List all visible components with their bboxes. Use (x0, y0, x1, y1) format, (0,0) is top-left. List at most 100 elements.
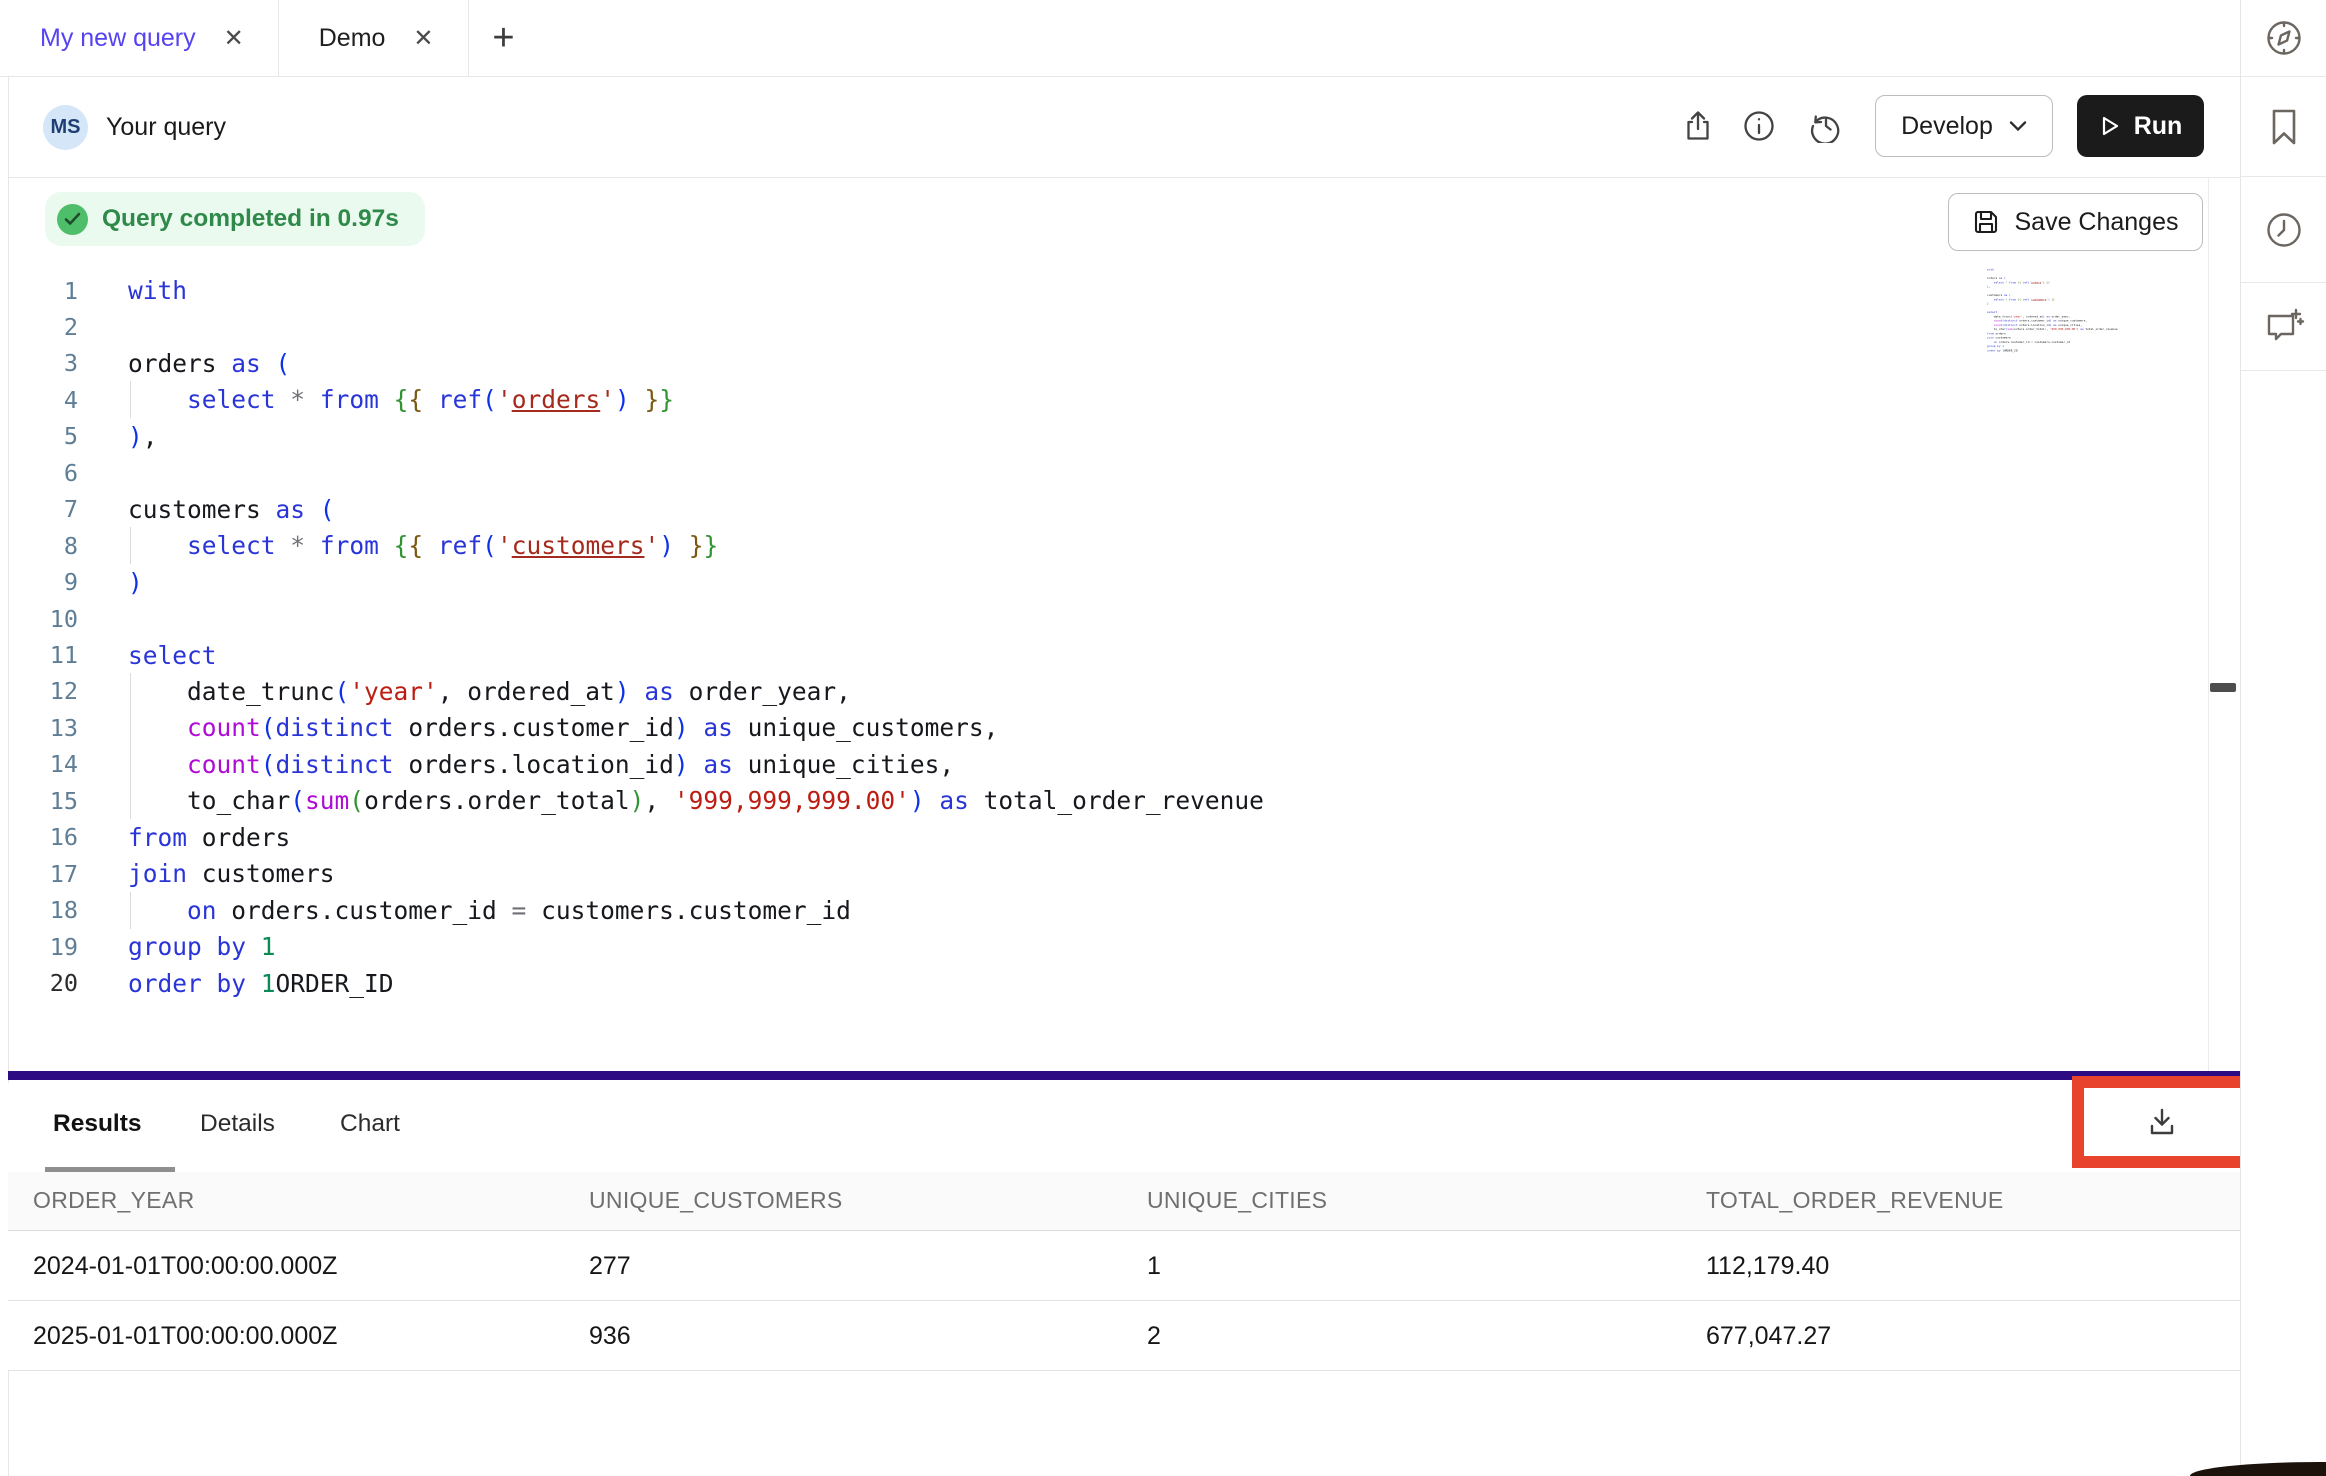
code-token: orders (2031, 281, 2041, 284)
code-line-13[interactable]: 13 count(distinct orders.customer_id) as… (0, 709, 998, 746)
tab-results[interactable]: Results (53, 1110, 142, 1138)
line-number: 19 (0, 933, 78, 961)
info-button[interactable] (1741, 108, 1777, 144)
develop-dropdown[interactable]: Develop (1875, 95, 2053, 157)
history-button[interactable] (1808, 108, 1844, 144)
code-token: as (703, 750, 733, 779)
editor-scrollbar-marker[interactable] (2210, 683, 2236, 692)
save-icon (1972, 208, 2000, 236)
line-number: 12 (0, 677, 78, 705)
line-number: 7 (0, 495, 78, 523)
code-line-6[interactable]: 6 (0, 454, 128, 491)
code-line-3[interactable]: 3orders as ( (0, 345, 290, 382)
code-token (1987, 340, 1994, 343)
code-line-9[interactable]: 9) (0, 564, 143, 601)
code-line-16[interactable]: 16from orders (0, 819, 290, 856)
code-token: { (408, 531, 423, 560)
code-line-5[interactable]: 5), (0, 418, 158, 455)
editor-tab-my-new-query[interactable]: My new query ✕ (0, 0, 279, 76)
bookmarks-button[interactable] (2241, 77, 2326, 177)
code-token: from (1987, 332, 1994, 335)
editor-minimap[interactable]: withorders as ( select * from {{ ref('or… (1987, 268, 2237, 1068)
code-token: ( (261, 713, 276, 742)
line-number: 11 (0, 641, 78, 669)
code-token: ( (276, 349, 291, 378)
run-button[interactable]: Run (2077, 95, 2204, 157)
table-cell: 677,047.27 (1706, 1322, 1831, 1351)
new-tab-button[interactable]: + (469, 0, 539, 76)
code-line-1[interactable]: 1with (0, 272, 187, 309)
code-token: ) (1987, 302, 1989, 305)
code-token: select (187, 385, 276, 414)
code-token: as (644, 677, 674, 706)
code-token: * (290, 531, 305, 560)
code-token (925, 786, 940, 815)
code-token: with (128, 276, 187, 305)
code-token: ' (644, 531, 659, 560)
code-token: as (276, 495, 306, 524)
history-panel-button[interactable] (2241, 177, 2326, 283)
code-line-4[interactable]: 4 select * from {{ ref('orders') }} (0, 381, 674, 418)
header-divider (8, 177, 2240, 178)
code-token (630, 677, 645, 706)
code-token: as (939, 786, 969, 815)
code-token: orders.location_id (394, 750, 674, 779)
code-token: select (128, 641, 217, 670)
code-line-15[interactable]: 15 to_char(sum(orders.order_total), '999… (0, 782, 1264, 819)
code-token: ref (438, 531, 482, 560)
code-token: join (1987, 336, 1994, 339)
results-table-header: ORDER_YEARUNIQUE_CUSTOMERSUNIQUE_CITIEST… (8, 1172, 2240, 1231)
line-number: 17 (0, 860, 78, 888)
save-changes-button[interactable]: Save Changes (1948, 193, 2203, 251)
code-token: ( (290, 786, 305, 815)
code-token: distinct (276, 713, 394, 742)
code-token: from (128, 823, 187, 852)
check-circle-icon (57, 204, 88, 235)
code-line-11[interactable]: 11 select (0, 637, 217, 674)
tab-chart[interactable]: Chart (340, 1110, 400, 1138)
tab-close-icon[interactable]: ✕ (224, 24, 244, 53)
line-number: 5 (0, 422, 78, 450)
code-token (246, 932, 261, 961)
tab-close-icon[interactable]: ✕ (413, 24, 433, 53)
code-line-10[interactable]: 10 (0, 600, 128, 637)
code-token: sum (305, 786, 349, 815)
table-row: 2025-01-01T00:00:00.000Z9362677,047.27 (8, 1301, 2240, 1371)
code-line-8[interactable]: 8 select * from {{ ref('customers') }} (0, 527, 718, 564)
code-token: ( (482, 531, 497, 560)
chat-sparkle-icon (2263, 306, 2305, 348)
code-token: , ordered_at (2023, 315, 2043, 318)
code-token: ( (320, 495, 335, 524)
share-button[interactable] (1680, 108, 1716, 144)
code-line-14[interactable]: 14 count(distinct orders.location_id) as… (0, 746, 954, 783)
line-number: 3 (0, 349, 78, 377)
code-line-2[interactable]: 2 (0, 308, 128, 345)
code-line-19[interactable]: 19group by 1 (0, 928, 276, 965)
code-token: ) (630, 786, 645, 815)
code-token: ( (261, 750, 276, 779)
code-line-20[interactable]: 20order by 1ORDER_ID (0, 965, 394, 1002)
code-line-7[interactable]: 7customers as ( (0, 491, 335, 528)
code-line-12[interactable]: 12 date_trunc('year', ordered_at) as ord… (0, 673, 851, 710)
tab-details[interactable]: Details (200, 1110, 275, 1138)
code-token: ) (128, 422, 143, 451)
code-token (305, 385, 320, 414)
download-icon (2145, 1105, 2179, 1139)
ai-assistant-button[interactable] (2241, 283, 2326, 371)
info-icon (1742, 109, 1776, 143)
code-token: ( (2009, 294, 2011, 297)
code-token: , (1989, 285, 1991, 288)
query-ide-window: My new query ✕ Demo ✕ + MS Your query (0, 0, 2326, 1476)
editor-tab-demo[interactable]: Demo ✕ (279, 0, 469, 76)
code-token: select (1994, 298, 2004, 301)
panel-resize-divider[interactable] (8, 1071, 2240, 1080)
code-token: ( (482, 385, 497, 414)
code-token: orders (1994, 332, 2006, 335)
download-results-button[interactable] (2132, 1092, 2192, 1152)
explore-button[interactable] (2241, 0, 2326, 77)
code-line-17[interactable]: 17join customers (0, 855, 335, 892)
code-line-18[interactable]: 18 on orders.customer_id = customers.cus… (0, 892, 851, 929)
code-token: orders.location_id (2018, 323, 2050, 326)
code-token: orders (1987, 277, 1999, 280)
line-number: 15 (0, 787, 78, 815)
